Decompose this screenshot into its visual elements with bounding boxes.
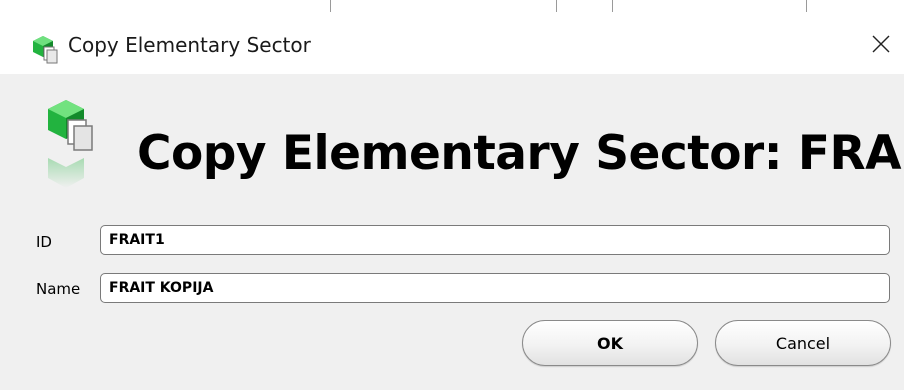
background-divider bbox=[556, 0, 557, 12]
dialog-heading: Copy Elementary Sector: FRAIT bbox=[137, 126, 904, 181]
elementary-sector-copy-icon bbox=[44, 96, 124, 206]
app-icon bbox=[30, 34, 60, 64]
ok-button[interactable]: OK bbox=[522, 320, 698, 366]
background-divider bbox=[330, 0, 331, 12]
ok-button-label: OK bbox=[597, 333, 623, 353]
background-divider bbox=[806, 0, 807, 12]
close-icon bbox=[872, 35, 890, 53]
id-field[interactable] bbox=[100, 225, 890, 255]
title-bar: Copy Elementary Sector bbox=[0, 14, 904, 74]
id-label: ID bbox=[36, 233, 52, 251]
cancel-button[interactable]: Cancel bbox=[715, 320, 891, 366]
dialog-content: Copy Elementary Sector: FRAIT ID Name OK… bbox=[0, 74, 904, 390]
cancel-button-label: Cancel bbox=[775, 333, 831, 353]
name-field[interactable] bbox=[100, 273, 890, 303]
copy-elementary-sector-dialog: Copy Elementary Sector Copy Elementary S… bbox=[0, 0, 904, 390]
close-button[interactable] bbox=[858, 22, 904, 66]
background-divider bbox=[612, 0, 613, 12]
background-window-fragment bbox=[0, 0, 904, 14]
name-label: Name bbox=[36, 280, 81, 298]
window-title: Copy Elementary Sector bbox=[68, 33, 311, 57]
